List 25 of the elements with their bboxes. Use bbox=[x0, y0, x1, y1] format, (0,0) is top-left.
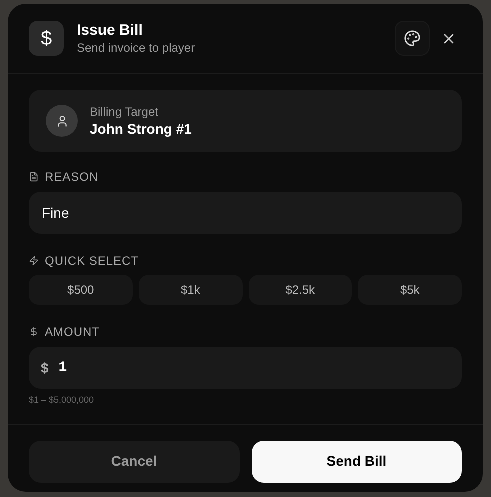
send-bill-button[interactable]: Send Bill bbox=[252, 440, 462, 482]
amount-label: AMOUNT bbox=[45, 324, 100, 341]
reason-field[interactable]: Fine bbox=[29, 192, 462, 234]
dollar-icon: $ bbox=[29, 21, 64, 56]
amount-value: 1 bbox=[58, 358, 68, 378]
quick-amount-button[interactable]: $2.5k bbox=[248, 275, 352, 305]
quick-amount-button[interactable]: $500 bbox=[29, 275, 133, 305]
quick-amount-button[interactable]: $1k bbox=[138, 275, 242, 305]
quick-amount-button[interactable]: $5k bbox=[358, 275, 462, 305]
lightning-icon bbox=[29, 256, 39, 266]
currency-prefix: $ bbox=[41, 358, 49, 378]
palette-icon bbox=[404, 30, 421, 47]
dialog-subtitle: Send invoice to player bbox=[77, 40, 196, 56]
cancel-button[interactable]: Cancel bbox=[29, 440, 240, 482]
amount-range-hint: $1 – $5,000,000 bbox=[29, 394, 96, 407]
amount-field[interactable]: $ 1 bbox=[29, 347, 462, 389]
user-icon bbox=[46, 105, 78, 137]
document-icon bbox=[29, 172, 39, 182]
target-name: John Strong #1 bbox=[90, 120, 192, 138]
dollar-icon bbox=[29, 327, 39, 337]
target-label: Billing Target bbox=[90, 104, 160, 120]
theme-button[interactable] bbox=[395, 21, 430, 56]
dialog-title: Issue Bill bbox=[77, 22, 144, 40]
quick-select-label: QUICK SELECT bbox=[45, 253, 140, 270]
reason-label: REASON bbox=[45, 169, 99, 186]
